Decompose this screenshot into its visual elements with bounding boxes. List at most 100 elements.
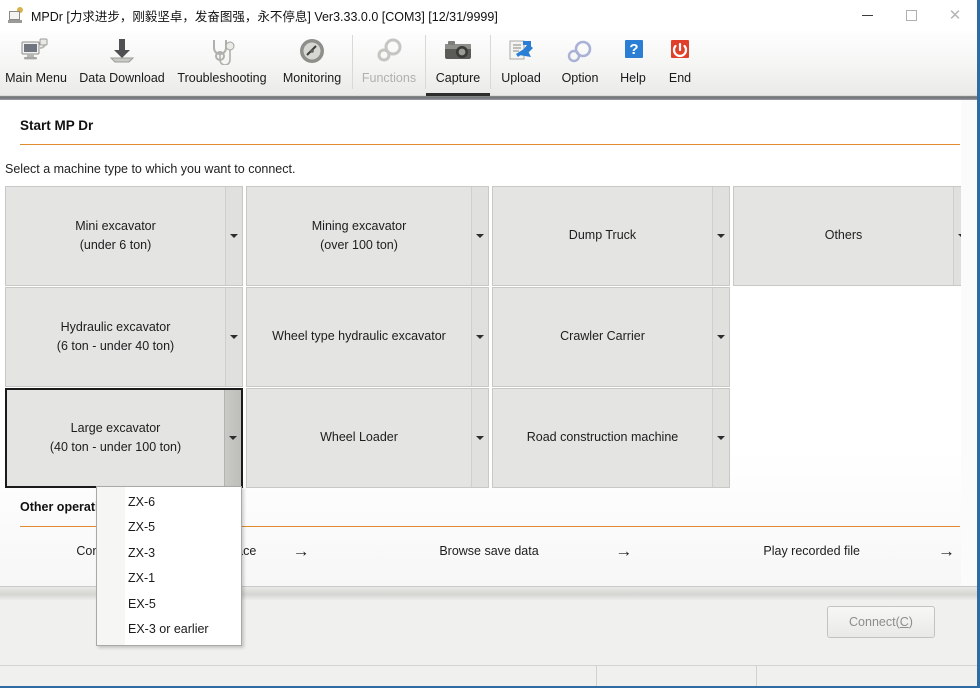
toolbar-item-help[interactable]: ? Help xyxy=(609,30,657,96)
machine-label-line2: (6 ton - under 40 ton) xyxy=(56,339,175,353)
machine-button-mining-excavator[interactable]: Mining excavator (over 100 ton) xyxy=(246,186,489,286)
chevron-down-icon xyxy=(476,436,484,440)
machine-button-dump-truck[interactable]: Dump Truck xyxy=(492,186,730,286)
power-icon xyxy=(660,34,700,68)
app-window: MPDr [力求进步，刚毅坚卓，发奋图强，永不停息] Ver3.33.0.0 [… xyxy=(0,0,980,688)
machine-label-line1: Wheel Loader xyxy=(320,430,398,445)
toolbar-item-option[interactable]: Option xyxy=(551,30,609,96)
link-browse-save-data[interactable]: Browse save data → xyxy=(328,536,651,566)
machine-button-wheel-type-hydraulic-excavator[interactable]: Wheel type hydraulic excavator xyxy=(246,287,489,387)
machine-label-line1: Mining excavator xyxy=(311,218,407,233)
machine-button-body: Hydraulic excavator (6 ton - under 40 to… xyxy=(6,288,225,386)
stethoscope-icon xyxy=(202,34,242,68)
machine-dropdown-toggle[interactable] xyxy=(471,389,488,487)
machine-label-line1: Crawler Carrier xyxy=(560,329,645,344)
model-dropdown-menu[interactable]: ZX-6 ZX-5 ZX-3 ZX-1 EX-5 EX-3 or earlier xyxy=(96,486,242,646)
content-scrollbar[interactable] xyxy=(961,100,977,586)
machine-button-body: Wheel Loader xyxy=(247,389,471,487)
machine-button-hydraulic-excavator[interactable]: Hydraulic excavator (6 ton - under 40 to… xyxy=(5,287,243,387)
toolbar-item-troubleshooting[interactable]: Troubleshooting xyxy=(172,30,272,96)
connect-accesskey: C xyxy=(899,615,909,629)
chevron-down-icon xyxy=(476,234,484,238)
chevron-down-icon xyxy=(229,436,237,440)
machine-type-grid: Mini excavator (under 6 ton) Mining exca… xyxy=(5,186,973,489)
machine-label-line2: (40 ton - under 100 ton) xyxy=(49,440,182,454)
toolbar-item-upload[interactable]: Upload xyxy=(491,30,551,96)
machine-dropdown-toggle[interactable] xyxy=(224,390,241,486)
machine-row: Large excavator (40 ton - under 100 ton)… xyxy=(5,388,973,488)
toolbar-label: Data Download xyxy=(79,71,165,85)
chevron-down-icon xyxy=(717,234,725,238)
window-title: MPDr [力求进步，刚毅坚卓，发奋图强，永不停息] Ver3.33.0.0 [… xyxy=(31,9,498,24)
chevron-down-icon xyxy=(230,335,238,339)
gears-outline-icon xyxy=(560,34,600,68)
machine-label-line1: Others xyxy=(824,228,863,243)
machine-label-line1: Wheel type hydraulic excavator xyxy=(272,329,446,344)
connect-button[interactable]: Connect(C) xyxy=(827,606,935,638)
machine-dropdown-toggle[interactable] xyxy=(471,288,488,386)
main-toolbar: Main Menu Data Download Troubleshooting … xyxy=(0,30,977,96)
machine-dropdown-toggle[interactable] xyxy=(225,288,242,386)
link-play-recorded-file[interactable]: Play recorded file → xyxy=(650,536,973,566)
machine-button-body: Others xyxy=(734,187,953,285)
chevron-down-icon xyxy=(230,234,238,238)
machine-button-body: Large excavator (40 ton - under 100 ton) xyxy=(7,390,224,486)
machine-button-wheel-loader[interactable]: Wheel Loader xyxy=(246,388,489,488)
toolbar-label: End xyxy=(668,71,692,85)
machine-button-large-excavator[interactable]: Large excavator (40 ton - under 100 ton) xyxy=(5,388,243,488)
machine-dropdown-toggle[interactable] xyxy=(712,187,729,285)
machine-button-crawler-carrier[interactable]: Crawler Carrier xyxy=(492,287,730,387)
machine-button-body: Crawler Carrier xyxy=(493,288,712,386)
toolbar-label: Monitoring xyxy=(282,71,342,85)
machine-label-line1: Mini excavator xyxy=(75,218,156,233)
machine-label-line1: Dump Truck xyxy=(568,228,637,243)
machine-button-body: Dump Truck xyxy=(493,187,712,285)
status-bar xyxy=(0,666,977,686)
toolbar-item-end[interactable]: End xyxy=(657,30,703,96)
minimize-button[interactable] xyxy=(845,0,889,30)
page-title: Start MP Dr xyxy=(20,118,94,133)
machine-dropdown-toggle[interactable] xyxy=(712,389,729,487)
toolbar-item-data-download[interactable]: Data Download xyxy=(72,30,172,96)
status-cell-3 xyxy=(757,666,977,686)
chevron-down-icon xyxy=(476,335,484,339)
arrow-right-icon: → xyxy=(292,541,310,561)
machine-dropdown-toggle[interactable] xyxy=(471,187,488,285)
machine-row: Hydraulic excavator (6 ton - under 40 to… xyxy=(5,287,973,387)
machine-row: Mini excavator (under 6 ton) Mining exca… xyxy=(5,186,973,286)
minimize-icon xyxy=(861,14,873,16)
title-bar: MPDr [力求进步，刚毅坚卓，发奋图强，永不停息] Ver3.33.0.0 [… xyxy=(0,0,977,30)
toolbar-item-monitoring[interactable]: Monitoring xyxy=(272,30,352,96)
window-controls: ✕ xyxy=(845,0,977,30)
toolbar-label: Upload xyxy=(501,71,541,85)
machine-dropdown-toggle[interactable] xyxy=(712,288,729,386)
gears-icon xyxy=(369,34,409,68)
toolbar-item-capture[interactable]: Capture xyxy=(426,30,490,96)
maximize-button[interactable] xyxy=(889,0,933,30)
maximize-icon xyxy=(905,9,917,21)
instruction-text: Select a machine type to which you want … xyxy=(5,162,296,176)
connect-label: Connect( xyxy=(849,615,900,629)
status-cell-2 xyxy=(597,666,757,686)
toolbar-item-main-menu[interactable]: Main Menu xyxy=(0,30,72,96)
toolbar-item-functions[interactable]: Functions xyxy=(353,30,425,96)
machine-label-line2: (under 6 ton) xyxy=(79,238,152,252)
connect-label-tail: ) xyxy=(908,615,913,629)
svg-text:?: ? xyxy=(629,41,638,58)
gauge-icon xyxy=(292,34,332,68)
machine-button-others[interactable]: Others xyxy=(733,186,971,286)
close-button[interactable]: ✕ xyxy=(933,0,977,30)
machine-dropdown-toggle[interactable] xyxy=(225,187,242,285)
camera-icon xyxy=(438,34,478,68)
machine-button-road-construction-machine[interactable]: Road construction machine xyxy=(492,388,730,488)
machine-button-mini-excavator[interactable]: Mini excavator (under 6 ton) xyxy=(5,186,243,286)
toolbar-label: Functions xyxy=(361,71,417,85)
link-label: Browse save data xyxy=(439,544,539,558)
machine-label-line1: Hydraulic excavator xyxy=(60,319,171,334)
toolbar-label: Option xyxy=(561,71,599,85)
arrow-right-icon: → xyxy=(615,541,633,561)
machine-button-body: Wheel type hydraulic excavator xyxy=(247,288,471,386)
toolbar-label: Capture xyxy=(435,71,481,85)
close-icon: ✕ xyxy=(948,6,962,24)
toolbar-label: Help xyxy=(620,71,646,85)
